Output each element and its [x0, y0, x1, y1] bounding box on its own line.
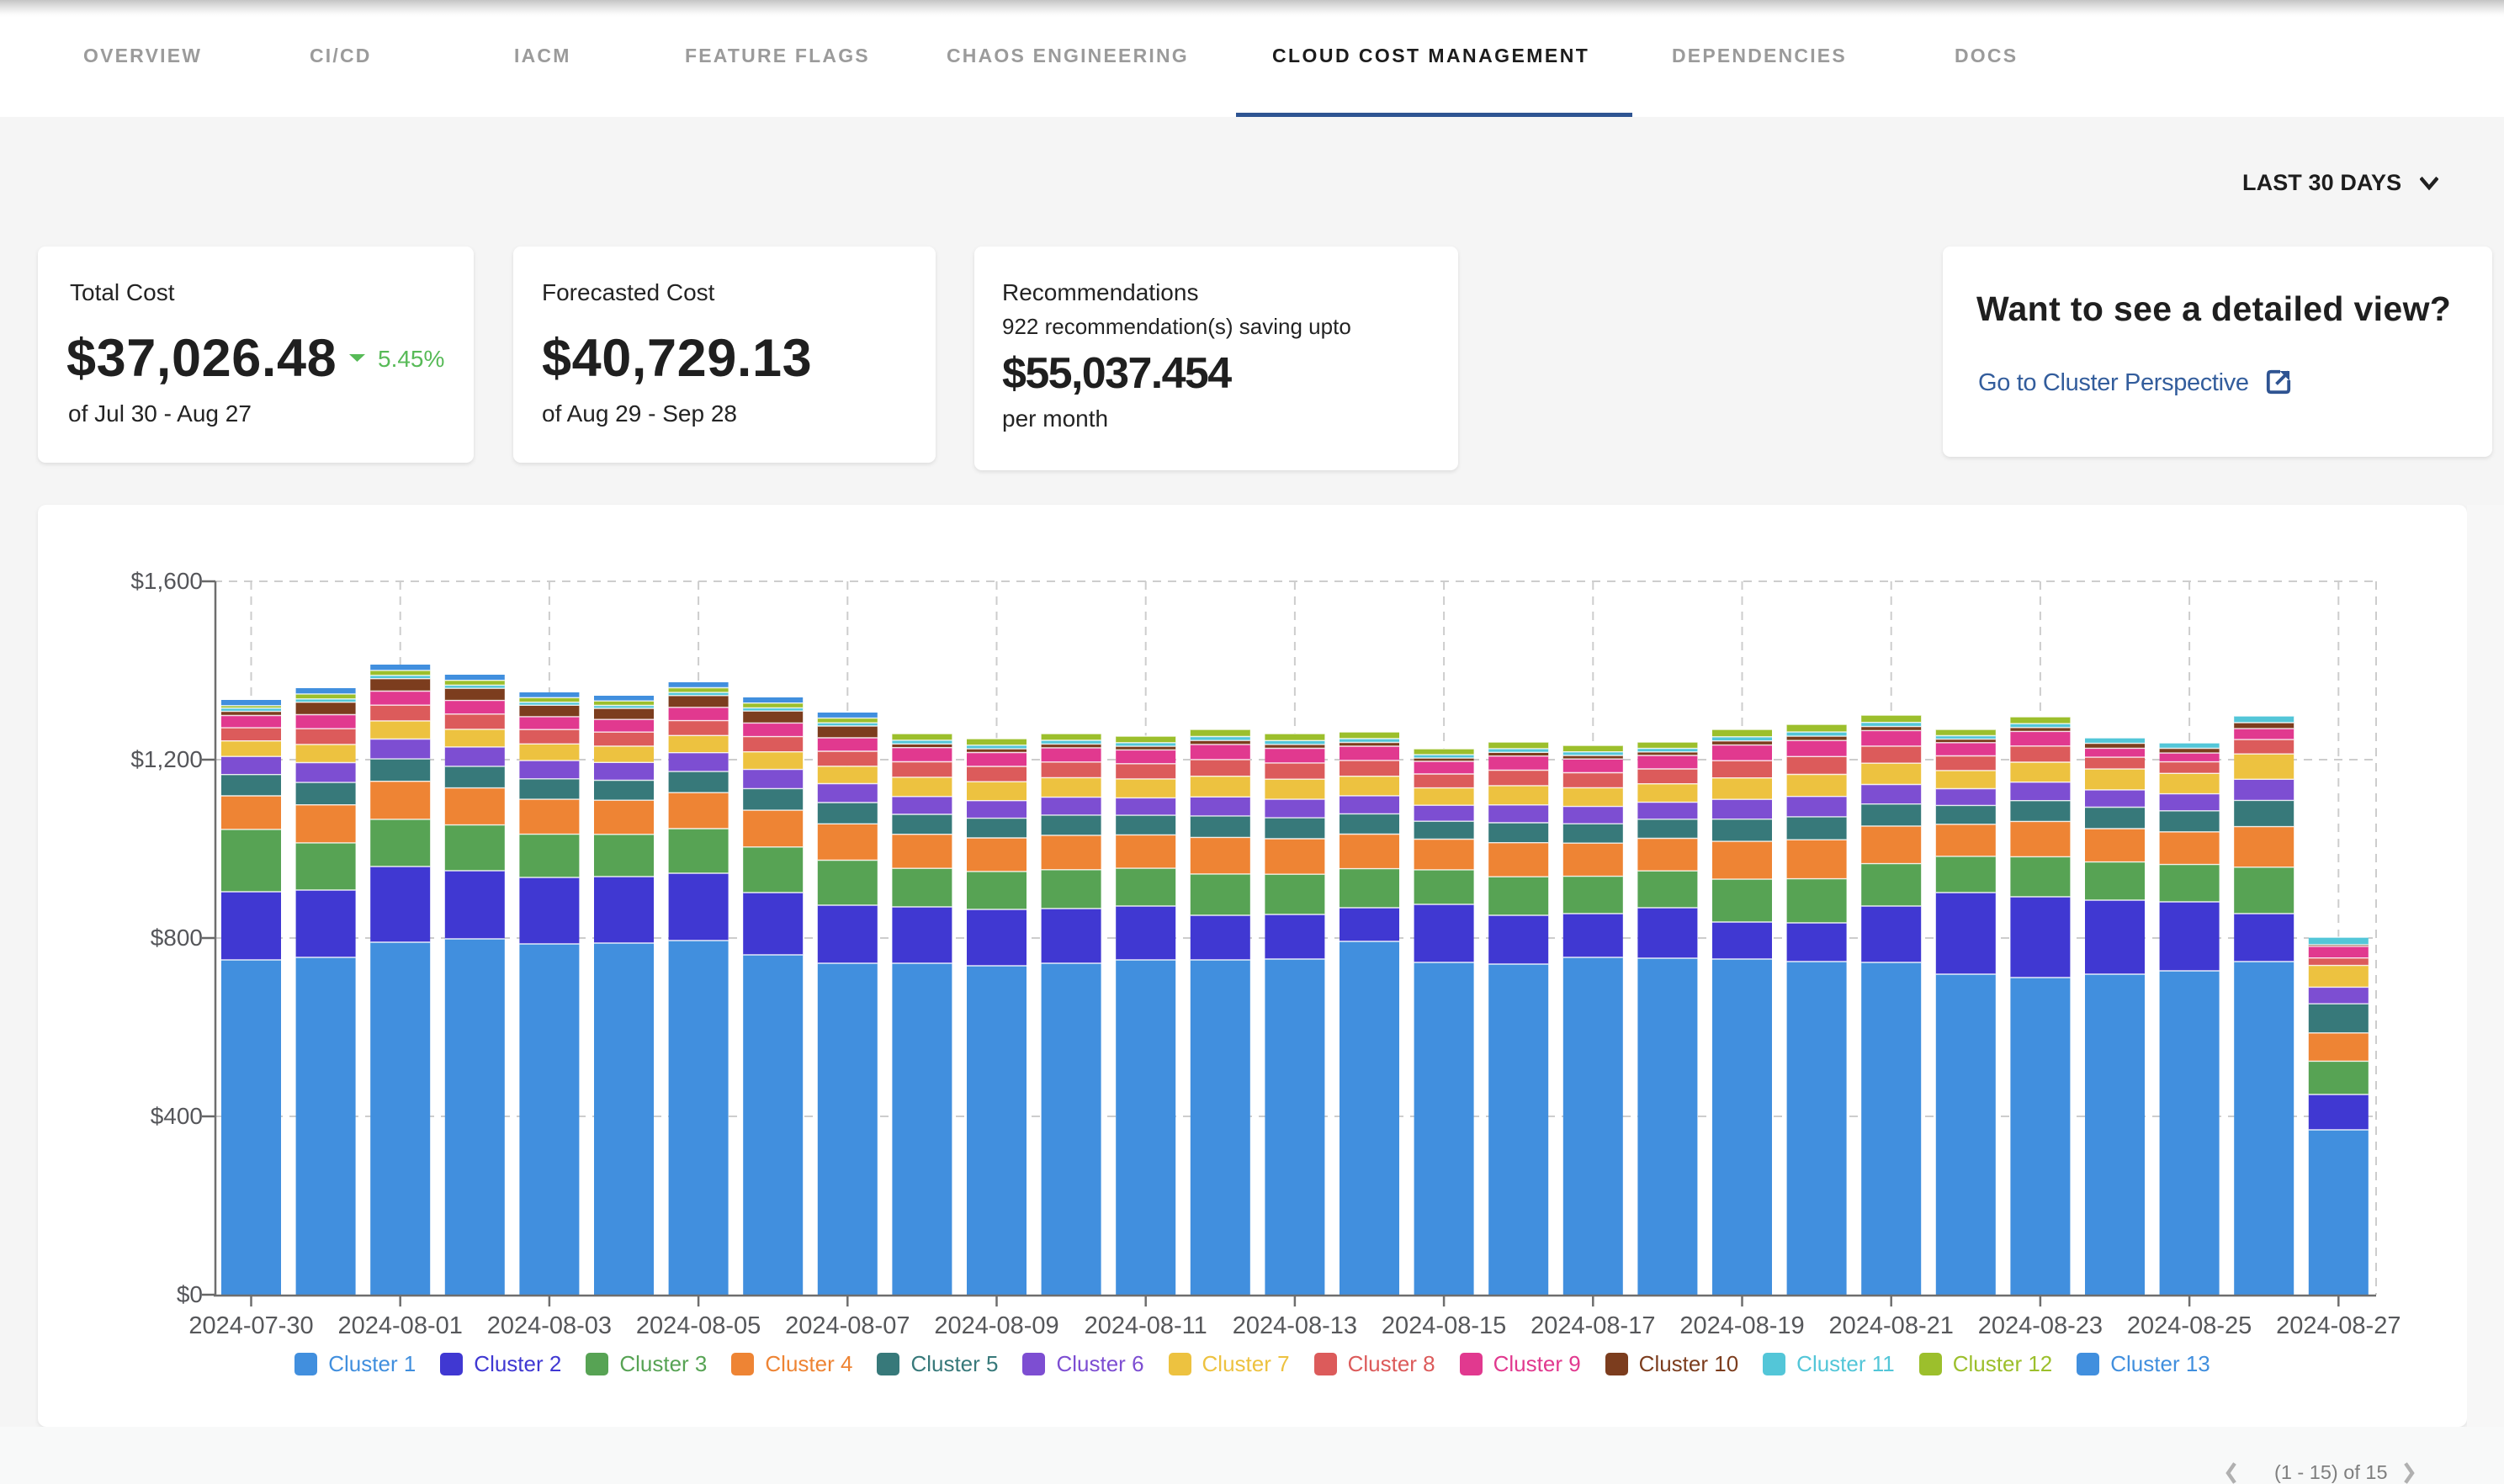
svg-text:$400: $400: [151, 1103, 203, 1129]
svg-text:2024-08-15: 2024-08-15: [1382, 1312, 1506, 1339]
svg-text:2024-08-11: 2024-08-11: [1085, 1312, 1207, 1339]
svg-text:2024-07-30: 2024-07-30: [188, 1312, 313, 1339]
svg-text:2024-08-09: 2024-08-09: [934, 1312, 1058, 1339]
svg-text:2024-08-27: 2024-08-27: [2276, 1312, 2401, 1339]
svg-text:2024-08-01: 2024-08-01: [338, 1312, 463, 1339]
svg-text:2024-08-13: 2024-08-13: [1233, 1312, 1357, 1339]
svg-text:2024-08-21: 2024-08-21: [1829, 1312, 1954, 1339]
svg-text:2024-08-25: 2024-08-25: [2127, 1312, 2252, 1339]
svg-text:2024-08-23: 2024-08-23: [1978, 1312, 2103, 1339]
svg-text:$1,600: $1,600: [130, 568, 203, 594]
svg-text:2024-08-05: 2024-08-05: [636, 1312, 761, 1339]
svg-text:$800: $800: [151, 925, 203, 951]
svg-text:2024-08-17: 2024-08-17: [1531, 1312, 1655, 1339]
svg-text:2024-08-07: 2024-08-07: [785, 1312, 910, 1339]
svg-text:$0: $0: [177, 1281, 203, 1307]
svg-text:2024-08-03: 2024-08-03: [487, 1312, 612, 1339]
svg-text:2024-08-19: 2024-08-19: [1679, 1312, 1804, 1339]
svg-text:$1,200: $1,200: [130, 746, 203, 772]
